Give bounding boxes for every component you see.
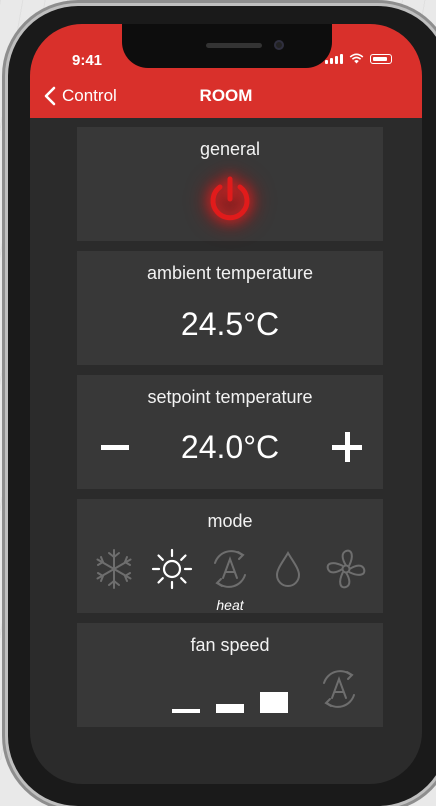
wifi-icon: [349, 53, 364, 64]
general-title: general: [199, 139, 261, 159]
status-time: 9:41: [72, 52, 103, 69]
fan-speed-high[interactable]: [260, 692, 288, 713]
ambient-card: ambient temperature 24.5°C: [77, 251, 383, 365]
ambient-title: ambient temperature: [146, 263, 314, 283]
status-icons: [325, 53, 392, 64]
fan-speed-medium[interactable]: [216, 704, 244, 713]
mode-selected-label: heat: [216, 597, 244, 613]
page-title: ROOM: [199, 86, 253, 105]
fan-speed-title: fan speed: [190, 635, 270, 655]
phone-frame: 9:41 Control ROOM general ambient temper…: [8, 6, 436, 806]
mode-title: mode: [207, 511, 253, 531]
setpoint-card: setpoint temperature 24.0°C: [77, 375, 383, 489]
cool-icon[interactable]: [92, 547, 136, 591]
mode-card: mode heat: [77, 499, 383, 613]
fan-speed-card: fan speed: [77, 623, 383, 727]
fan-speed-low[interactable]: [172, 709, 200, 713]
camera: [274, 40, 284, 50]
increase-button[interactable]: [332, 432, 362, 462]
fan-mode-icon[interactable]: [324, 547, 368, 591]
dry-icon[interactable]: [266, 547, 310, 591]
speaker: [206, 43, 262, 48]
general-card: general: [77, 127, 383, 241]
ambient-value: 24.5°C: [180, 306, 280, 342]
battery-icon: [370, 54, 392, 64]
setpoint-title: setpoint temperature: [147, 387, 313, 407]
power-icon[interactable]: [204, 173, 256, 225]
auto-mode-icon[interactable]: [208, 547, 252, 591]
heat-icon[interactable]: [150, 547, 194, 591]
notch: [122, 24, 332, 68]
app-screen: 9:41 Control ROOM general ambient temper…: [30, 24, 422, 784]
fan-auto-icon[interactable]: [317, 667, 361, 711]
